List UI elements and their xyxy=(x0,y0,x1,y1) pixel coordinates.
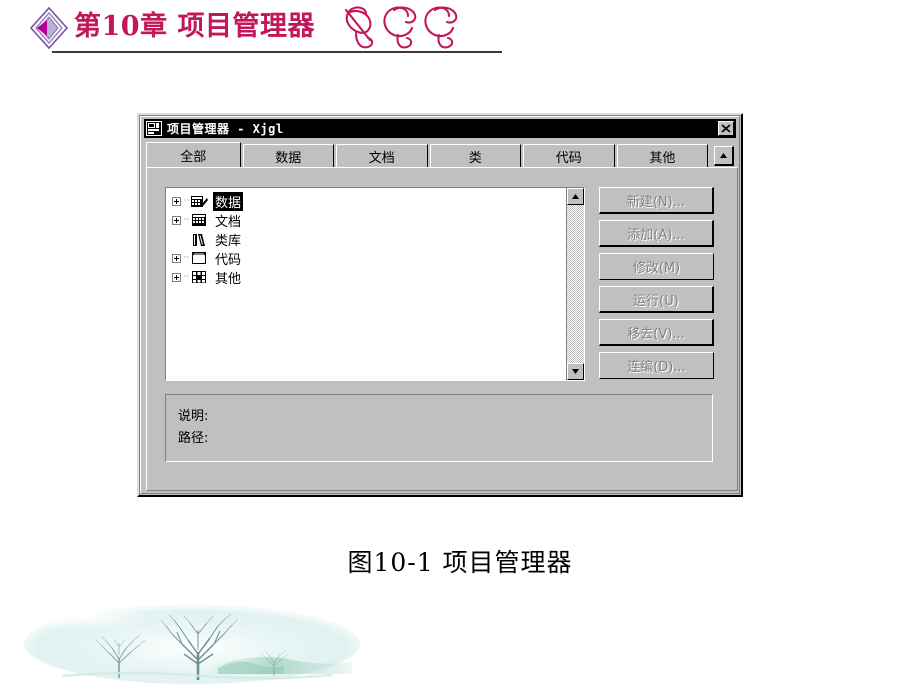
tree-item-code[interactable]: ·· 代码 xyxy=(172,249,566,268)
run-button[interactable]: 运行(U) xyxy=(599,286,714,313)
expand-plus-icon[interactable] xyxy=(172,197,181,206)
slide-header: 第10章 项目管理器 xyxy=(0,0,920,62)
remove-button-label: 移去(V)... xyxy=(627,326,685,342)
new-button-label: 新建(N)... xyxy=(626,194,686,210)
project-manager-icon xyxy=(146,121,162,136)
scroll-down-button[interactable] xyxy=(567,363,584,380)
tab-scroll-up-button[interactable] xyxy=(714,146,734,166)
add-button-label: 添加(A)... xyxy=(627,227,685,243)
tree-item-label: 代码 xyxy=(215,253,242,268)
tree-item-class-library[interactable]: 类库 xyxy=(172,230,566,249)
modify-button-label: 修改(M) xyxy=(632,261,681,276)
info-group: 说明: 路径: xyxy=(165,394,713,462)
tree-connector: ·· xyxy=(183,215,190,225)
squares-grid-icon xyxy=(190,270,208,286)
tree-item-label: 其他 xyxy=(215,272,242,287)
tree-connector: ·· xyxy=(183,196,190,206)
add-button[interactable]: 添加(A)... xyxy=(599,220,714,247)
grid-table-icon xyxy=(190,213,208,229)
footer-tree-artwork xyxy=(24,604,360,684)
tree-item-documents[interactable]: ·· 文档 xyxy=(172,211,566,230)
chevron-down-icon xyxy=(572,369,579,374)
close-icon[interactable] xyxy=(718,121,734,136)
page-title: 第10章 项目管理器 xyxy=(74,11,315,42)
decorative-script-ornament-icon xyxy=(344,6,458,49)
window-titlebar[interactable]: 项目管理器 - Xjgl xyxy=(144,119,736,138)
window-title-text: 项目管理器 - Xjgl xyxy=(167,122,284,136)
tree-item-label: 类库 xyxy=(215,234,242,249)
tree-vertical-scrollbar[interactable] xyxy=(566,188,584,380)
command-button-column: 新建(N)... 添加(A)... 修改(M) 运行(U) 移去(V)... 连… xyxy=(599,187,714,385)
chevron-up-icon xyxy=(720,153,728,158)
project-tree-panel[interactable]: ·· 数据 ·· 文档 类库 ·· 代码 ·· 其他 xyxy=(165,187,585,381)
build-button-label: 连编(D)... xyxy=(627,360,686,375)
tab-label: 代码 xyxy=(555,151,582,166)
tab-documents[interactable]: 文档 xyxy=(336,144,428,168)
expand-plus-icon[interactable] xyxy=(172,273,181,282)
tab-label: 类 xyxy=(468,151,482,166)
expand-plus-icon[interactable] xyxy=(172,216,181,225)
figure-caption: 图10-1 项目管理器 xyxy=(347,548,573,577)
tree-connector: ·· xyxy=(183,272,190,282)
diamond-bullet-icon xyxy=(29,6,69,50)
modify-button[interactable]: 修改(M) xyxy=(599,253,714,280)
tree-item-others[interactable]: ·· 其他 xyxy=(172,268,566,287)
path-row: 路径: xyxy=(178,425,712,447)
tab-label: 数据 xyxy=(275,151,302,166)
new-button[interactable]: 新建(N)... xyxy=(599,187,714,214)
window-code-icon xyxy=(190,251,208,267)
tab-classes[interactable]: 类 xyxy=(429,144,522,168)
expand-plus-icon[interactable] xyxy=(172,254,181,263)
tab-others[interactable]: 其他 xyxy=(616,144,709,168)
window-inner-frame: 项目管理器 - Xjgl 全部 数据 文档 类 代码 其他 ·· 数据 ·· 文… xyxy=(140,116,740,494)
tree-item-label: 文档 xyxy=(215,215,242,230)
chevron-up-icon xyxy=(572,194,579,199)
tab-page-all: ·· 数据 ·· 文档 类库 ·· 代码 ·· 其他 新建(N)... 添加(A… xyxy=(146,167,738,491)
path-label: 路径: xyxy=(178,430,209,446)
tab-label: 全部 xyxy=(180,150,207,165)
description-row: 说明: xyxy=(178,403,712,425)
scroll-up-button[interactable] xyxy=(567,188,584,205)
tab-all[interactable]: 全部 xyxy=(146,142,241,168)
tab-label: 其他 xyxy=(649,151,676,166)
table-pencil-icon xyxy=(190,194,208,210)
tree-connector: ·· xyxy=(183,253,190,263)
project-manager-window: 项目管理器 - Xjgl 全部 数据 文档 类 代码 其他 ·· 数据 ·· 文… xyxy=(137,113,743,497)
class-library-icon xyxy=(190,232,208,248)
scrollbar-track[interactable] xyxy=(567,205,584,363)
build-button[interactable]: 连编(D)... xyxy=(599,352,714,379)
tab-label: 文档 xyxy=(368,151,395,166)
tree-item-data[interactable]: ·· 数据 xyxy=(172,192,566,211)
remove-button[interactable]: 移去(V)... xyxy=(599,319,714,346)
run-button-label: 运行(U) xyxy=(633,293,679,309)
tree-item-label: 数据 xyxy=(213,192,244,211)
project-tree[interactable]: ·· 数据 ·· 文档 类库 ·· 代码 ·· 其他 xyxy=(166,188,566,380)
description-label: 说明: xyxy=(178,408,209,424)
header-divider xyxy=(52,51,502,53)
tab-strip[interactable]: 全部 数据 文档 类 代码 其他 xyxy=(146,142,734,168)
tab-data[interactable]: 数据 xyxy=(242,144,335,168)
tab-code[interactable]: 代码 xyxy=(523,144,615,168)
